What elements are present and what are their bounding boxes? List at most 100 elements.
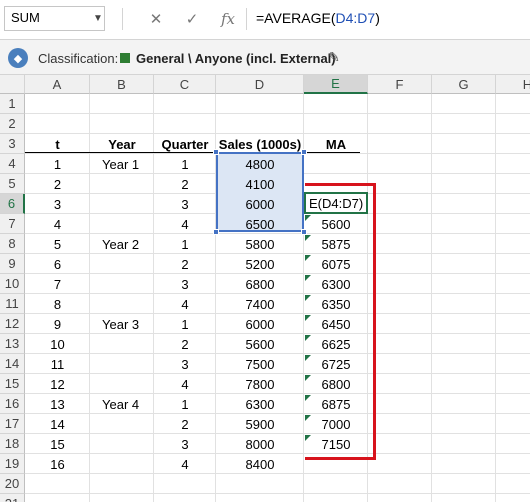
cell-year[interactable]: Year 1 bbox=[90, 154, 154, 174]
row-header-10[interactable]: 10 bbox=[0, 274, 25, 294]
cell-t[interactable]: 4 bbox=[25, 214, 90, 234]
row-header-8[interactable]: 8 bbox=[0, 234, 25, 254]
cell-t[interactable]: 10 bbox=[25, 334, 90, 354]
cell-t[interactable]: 16 bbox=[25, 454, 90, 474]
cell-t[interactable]: 11 bbox=[25, 354, 90, 374]
cell-quarter[interactable]: 2 bbox=[154, 174, 216, 194]
cell-t[interactable]: 1 bbox=[25, 154, 90, 174]
cell-quarter[interactable]: 1 bbox=[154, 234, 216, 254]
cell-quarter[interactable]: 2 bbox=[154, 334, 216, 354]
column-header-e[interactable]: E bbox=[304, 75, 368, 94]
row-header-11[interactable]: 11 bbox=[0, 294, 25, 314]
insert-function-icon[interactable]: fx bbox=[214, 6, 242, 31]
column-title-ma[interactable]: MA bbox=[304, 134, 368, 154]
formula-prefix: =AVERAGE( bbox=[256, 10, 336, 26]
cell-quarter[interactable]: 3 bbox=[154, 354, 216, 374]
cell-sales[interactable]: 7800 bbox=[216, 374, 304, 394]
column-header-d[interactable]: D bbox=[216, 75, 304, 94]
edit-pencil-icon[interactable]: ✎ bbox=[324, 47, 344, 67]
cell-t[interactable]: 3 bbox=[25, 194, 90, 214]
row-header-14[interactable]: 14 bbox=[0, 354, 25, 374]
cell-quarter[interactable]: 3 bbox=[154, 274, 216, 294]
column-title-t[interactable]: t bbox=[25, 134, 90, 154]
cell-t[interactable]: 2 bbox=[25, 174, 90, 194]
select-all-corner[interactable] bbox=[0, 75, 25, 94]
cell-t[interactable]: 8 bbox=[25, 294, 90, 314]
cell-sales[interactable]: 6000 bbox=[216, 314, 304, 334]
classification-value[interactable]: General \ Anyone (incl. External) bbox=[136, 51, 336, 66]
cell-year[interactable]: Year 3 bbox=[90, 314, 154, 334]
cell-quarter[interactable]: 3 bbox=[154, 434, 216, 454]
cell-quarter[interactable]: 1 bbox=[154, 154, 216, 174]
cell-t[interactable]: 9 bbox=[25, 314, 90, 334]
row-header-15[interactable]: 15 bbox=[0, 374, 25, 394]
cell-t[interactable]: 15 bbox=[25, 434, 90, 454]
column-header-b[interactable]: B bbox=[90, 75, 154, 94]
tag-icon[interactable]: ◆ bbox=[8, 48, 28, 68]
column-title-quarter[interactable]: Quarter bbox=[154, 134, 216, 154]
cell-sales[interactable]: 7500 bbox=[216, 354, 304, 374]
cell-sales[interactable]: 4800 bbox=[216, 154, 304, 174]
cell-t[interactable]: 12 bbox=[25, 374, 90, 394]
cell-quarter[interactable]: 2 bbox=[154, 254, 216, 274]
cell-sales[interactable]: 6300 bbox=[216, 394, 304, 414]
row-header-9[interactable]: 9 bbox=[0, 254, 25, 274]
cell-sales[interactable]: 5600 bbox=[216, 334, 304, 354]
column-title-sales[interactable]: Sales (1000s) bbox=[216, 134, 304, 154]
column-header-g[interactable]: G bbox=[432, 75, 496, 94]
cell-quarter[interactable]: 2 bbox=[154, 414, 216, 434]
cell-sales[interactable]: 6000 bbox=[216, 194, 304, 214]
row-header-21[interactable]: 21 bbox=[0, 494, 25, 502]
gridline-vertical bbox=[495, 94, 496, 502]
classification-label: Classification: bbox=[38, 51, 119, 66]
cell-quarter[interactable]: 3 bbox=[154, 194, 216, 214]
cell-t[interactable]: 14 bbox=[25, 414, 90, 434]
row-header-18[interactable]: 18 bbox=[0, 434, 25, 454]
formula-input[interactable]: =AVERAGE(D4:D7) bbox=[248, 6, 530, 31]
cell-quarter[interactable]: 1 bbox=[154, 314, 216, 334]
row-header-17[interactable]: 17 bbox=[0, 414, 25, 434]
cell-sales[interactable]: 5200 bbox=[216, 254, 304, 274]
spreadsheet-grid[interactable]: ABCDEFGH12345678910111213141516171819202… bbox=[0, 75, 530, 502]
row-header-7[interactable]: 7 bbox=[0, 214, 25, 234]
row-header-20[interactable]: 20 bbox=[0, 474, 25, 494]
cell-quarter[interactable]: 4 bbox=[154, 454, 216, 474]
cancel-x-icon[interactable]: ✕ bbox=[142, 6, 170, 31]
cell-sales[interactable]: 5900 bbox=[216, 414, 304, 434]
row-header-19[interactable]: 19 bbox=[0, 454, 25, 474]
name-box[interactable]: SUM bbox=[4, 6, 105, 31]
cell-sales[interactable]: 5800 bbox=[216, 234, 304, 254]
cell-sales[interactable]: 6800 bbox=[216, 274, 304, 294]
row-header-16[interactable]: 16 bbox=[0, 394, 25, 414]
column-header-c[interactable]: C bbox=[154, 75, 216, 94]
cell-quarter[interactable]: 4 bbox=[154, 294, 216, 314]
row-header-6[interactable]: 6 bbox=[0, 194, 25, 214]
row-header-5[interactable]: 5 bbox=[0, 174, 25, 194]
enter-check-icon[interactable]: ✓ bbox=[178, 6, 206, 31]
row-header-3[interactable]: 3 bbox=[0, 134, 25, 154]
cell-t[interactable]: 13 bbox=[25, 394, 90, 414]
column-header-a[interactable]: A bbox=[25, 75, 90, 94]
cell-year[interactable]: Year 2 bbox=[90, 234, 154, 254]
row-header-12[interactable]: 12 bbox=[0, 314, 25, 334]
cell-year[interactable]: Year 4 bbox=[90, 394, 154, 414]
cell-t[interactable]: 5 bbox=[25, 234, 90, 254]
cell-sales[interactable]: 4100 bbox=[216, 174, 304, 194]
cell-t[interactable]: 7 bbox=[25, 274, 90, 294]
cell-quarter[interactable]: 4 bbox=[154, 214, 216, 234]
column-header-h[interactable]: H bbox=[496, 75, 530, 94]
chevron-down-icon[interactable]: ▼ bbox=[92, 6, 104, 31]
row-header-13[interactable]: 13 bbox=[0, 334, 25, 354]
cell-sales[interactable]: 6500 bbox=[216, 214, 304, 234]
column-title-year[interactable]: Year bbox=[90, 134, 154, 154]
cell-t[interactable]: 6 bbox=[25, 254, 90, 274]
row-header-4[interactable]: 4 bbox=[0, 154, 25, 174]
column-header-f[interactable]: F bbox=[368, 75, 432, 94]
cell-sales[interactable]: 8400 bbox=[216, 454, 304, 474]
row-header-1[interactable]: 1 bbox=[0, 94, 25, 114]
cell-sales[interactable]: 8000 bbox=[216, 434, 304, 454]
cell-sales[interactable]: 7400 bbox=[216, 294, 304, 314]
cell-quarter[interactable]: 4 bbox=[154, 374, 216, 394]
cell-quarter[interactable]: 1 bbox=[154, 394, 216, 414]
row-header-2[interactable]: 2 bbox=[0, 114, 25, 134]
